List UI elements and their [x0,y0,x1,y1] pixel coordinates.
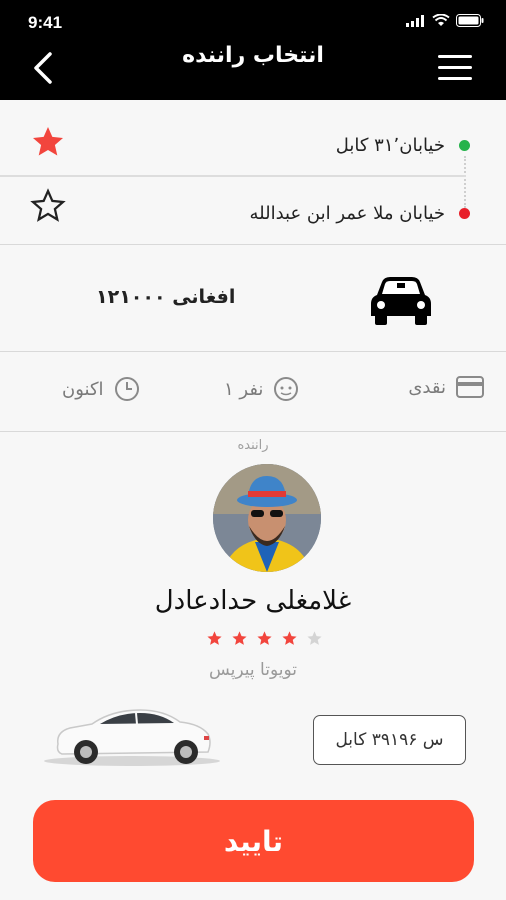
star-filled-icon[interactable] [30,124,66,160]
route-divider [0,175,466,177]
menu-icon[interactable] [438,55,472,81]
wifi-icon [432,14,450,26]
destination-dot [459,207,470,219]
rating-star-icon [282,631,297,645]
confirm-button[interactable]: تایید [33,800,474,882]
status-time: 9:41 [28,13,63,32]
fare-amount: ۱۲۱۰۰۰ افغانی [96,286,236,308]
driver-name: غلامغلی حدادعادل [154,586,352,616]
time-label: اکنون [62,378,104,400]
route-panel: خیابان۳۱٬ کابل خیابان ملا عمر ابن عبدالل… [0,100,506,245]
status-icons [406,14,484,27]
clock-icon [114,377,139,401]
destination-address: خیابان ملا عمر ابن عبدالله [249,202,445,224]
rating-star-icon [257,631,272,645]
car-model: تویوتا پیرپس [209,660,297,680]
ride-options: نقدی ۱ نفر اکنون [0,352,506,432]
payment-label: نقدی [408,376,446,398]
destination-row[interactable]: خیابان ملا عمر ابن عبدالله [249,198,470,228]
passengers-option[interactable]: ۱ نفر [224,376,299,402]
time-option[interactable]: اکنون [62,376,140,402]
car-photo-icon [44,709,220,766]
car-icon [371,277,431,325]
origin-address: خیابان۳۱٬ کابل [335,134,445,156]
license-plate: س ۳۹۱۹۶ کابل [313,715,466,765]
battery-icon [456,14,484,27]
driver-photo-icon [213,464,321,572]
card-icon [456,376,484,398]
driver-section-label: راننده [237,438,269,453]
rating-star-icon [232,631,247,645]
origin-row[interactable]: خیابان۳۱٬ کابل [336,130,470,160]
origin-dot [459,139,470,151]
app-header: 9:41 انتخاب راننده [0,0,506,100]
passengers-label: ۱ نفر [224,378,264,400]
rating-star-empty-icon [307,631,322,645]
payment-option[interactable]: نقدی [408,376,484,398]
rating-star-icon [207,631,222,645]
page-title: انتخاب راننده [182,43,324,68]
driver-avatar[interactable] [213,464,321,572]
driver-rating [206,630,323,647]
signal-icon [406,14,424,27]
star-outline-icon[interactable] [30,188,66,224]
face-icon [274,377,299,401]
